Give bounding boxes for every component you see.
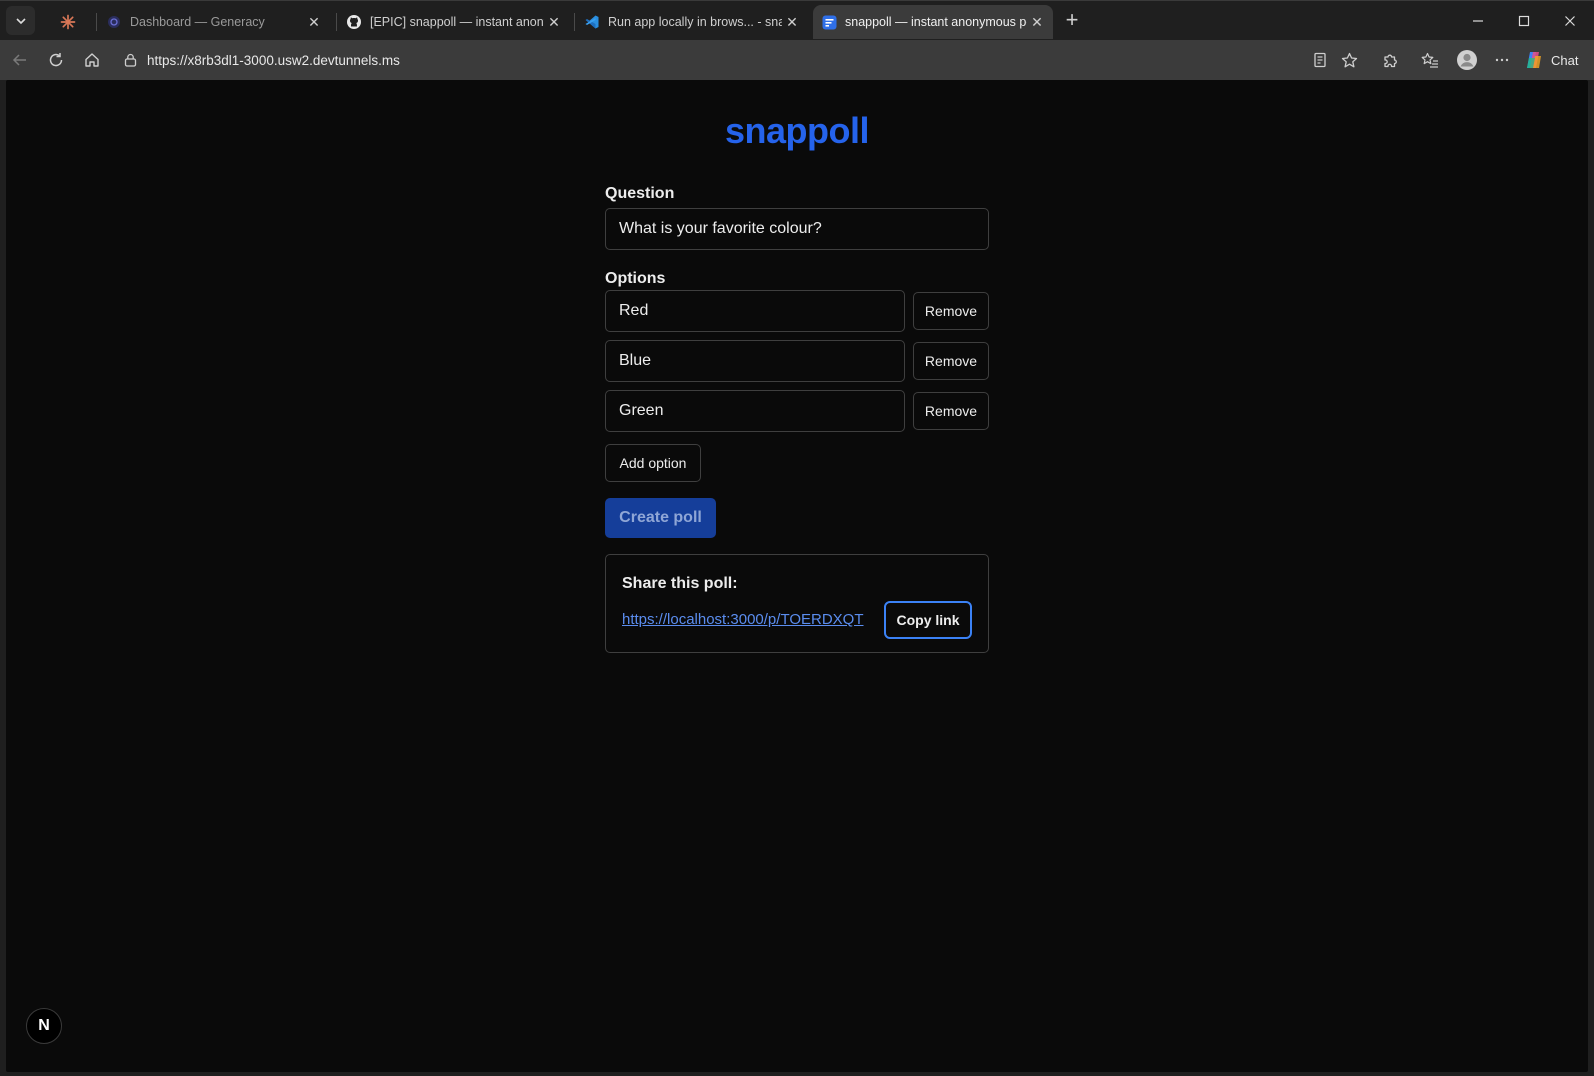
add-option-button[interactable]: Add option: [605, 444, 701, 482]
maximize-icon: [1518, 15, 1530, 27]
copy-link-button[interactable]: Copy link: [884, 601, 972, 639]
close-icon: [1565, 16, 1575, 26]
reading-view-button[interactable]: [1308, 48, 1332, 72]
close-icon[interactable]: ✕: [1027, 12, 1047, 32]
tab-pinned[interactable]: [52, 5, 88, 39]
question-label: Question: [605, 185, 675, 202]
tab-dashboard-generacy[interactable]: Dashboard — Generacy ✕: [98, 5, 330, 39]
tab-title: Dashboard — Generacy: [130, 15, 265, 29]
option-input-blue[interactable]: [605, 340, 905, 382]
minimize-button[interactable]: [1466, 9, 1490, 33]
tab-separator: [336, 13, 337, 31]
claude-icon: [60, 14, 76, 30]
generacy-icon: [106, 14, 122, 30]
chat-label: Chat: [1551, 52, 1579, 68]
vscode-icon: [584, 14, 600, 30]
home-icon: [85, 53, 99, 67]
nextjs-dev-badge[interactable]: N: [26, 1008, 62, 1044]
new-tab-button[interactable]: +: [1061, 9, 1083, 32]
page-viewport: snappoll Question Options Remove Remove …: [6, 80, 1588, 1072]
question-input[interactable]: [605, 208, 989, 250]
remove-option-button[interactable]: Remove: [913, 342, 989, 380]
browser-toolbar: https://x8rb3dl1-3000.usw2.devtunnels.ms…: [0, 40, 1594, 80]
share-title: Share this poll:: [622, 575, 738, 592]
close-icon[interactable]: ✕: [304, 12, 324, 32]
copilot-icon: [1527, 52, 1541, 68]
tab-snappoll-active[interactable]: snappoll — instant anonymous poll ✕: [813, 5, 1053, 39]
more-menu-button[interactable]: [1490, 48, 1514, 72]
address-url: https://x8rb3dl1-3000.usw2.devtunnels.ms: [147, 52, 400, 68]
remove-option-button[interactable]: Remove: [913, 292, 989, 330]
remove-option-button[interactable]: Remove: [913, 392, 989, 430]
chevron-down-icon: [15, 17, 26, 24]
tab-title: snappoll — instant anonymous poll: [845, 15, 1027, 29]
tab-vscode-run-locally[interactable]: Run app locally in brows... - snappoll ✕: [576, 5, 808, 39]
avatar-icon: [1457, 50, 1477, 70]
star-icon: [1341, 52, 1357, 67]
tab-separator: [574, 13, 575, 31]
refresh-button[interactable]: [44, 48, 68, 72]
share-poll-card: Share this poll: https://localhost:3000/…: [605, 554, 989, 653]
tab-actions-button[interactable]: [6, 6, 35, 35]
github-icon: [346, 14, 362, 30]
close-window-button[interactable]: [1558, 9, 1582, 33]
close-icon[interactable]: ✕: [544, 12, 564, 32]
option-input-red[interactable]: [605, 290, 905, 332]
arrow-left-icon: [12, 54, 26, 66]
refresh-icon: [49, 53, 63, 67]
extensions-button[interactable]: [1378, 48, 1402, 72]
options-label: Options: [605, 270, 666, 287]
favorites-icon: [1421, 52, 1438, 68]
form-icon: [821, 14, 837, 30]
tab-strip: Dashboard — Generacy ✕ [EPIC] snappoll —…: [0, 0, 1594, 40]
puzzle-icon: [1383, 54, 1397, 67]
maximize-button[interactable]: [1512, 9, 1536, 33]
more-icon: [1495, 58, 1509, 62]
back-button[interactable]: [8, 48, 32, 72]
tab-github-epic[interactable]: [EPIC] snappoll — instant anonymous ✕: [338, 5, 570, 39]
copilot-chat-button[interactable]: Chat: [1520, 46, 1590, 74]
tab-title: [EPIC] snappoll — instant anonymous: [370, 15, 544, 29]
favorite-button[interactable]: [1337, 48, 1361, 72]
option-input-green[interactable]: [605, 390, 905, 432]
profile-button[interactable]: [1455, 48, 1479, 72]
minimize-icon: [1473, 20, 1483, 22]
tab-separator: [96, 13, 97, 31]
create-poll-button[interactable]: Create poll: [605, 498, 716, 538]
address-bar[interactable]: https://x8rb3dl1-3000.usw2.devtunnels.ms: [116, 46, 1336, 74]
home-button[interactable]: [80, 48, 104, 72]
share-link[interactable]: https://localhost:3000/p/TOERDXQT: [622, 611, 864, 628]
app-logo: snappoll: [724, 110, 870, 151]
lock-icon: [122, 52, 138, 68]
reading-view-icon: [1314, 52, 1326, 68]
tab-title: Run app locally in brows... - snappoll: [608, 15, 782, 29]
close-icon[interactable]: ✕: [782, 12, 802, 32]
favorites-list-button[interactable]: [1418, 48, 1442, 72]
